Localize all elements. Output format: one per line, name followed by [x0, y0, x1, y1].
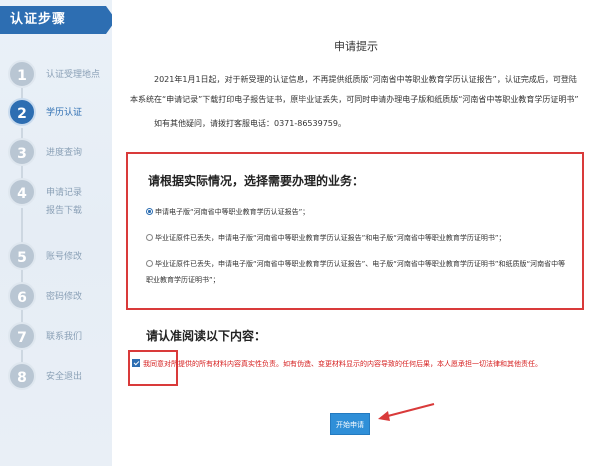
sidebar-step-3[interactable]: 3 进度查询 — [0, 136, 112, 170]
radio-unselected[interactable] — [146, 234, 153, 241]
option-lost-electronic[interactable]: 毕业证原件已丢失，申请电子版“河南省中等职业教育学历认证报告”和电子版“河南省中… — [146, 230, 566, 246]
step-sublabel-report-download[interactable]: 报告下载 — [46, 203, 82, 216]
step-number: 2 — [8, 98, 36, 126]
business-heading: 请根据实际情况，选择需要办理的业务： — [148, 174, 365, 188]
radio-selected[interactable] — [146, 208, 153, 215]
pointer-arrow-icon — [378, 403, 435, 421]
sidebar-step-7[interactable]: 7 联系我们 — [0, 320, 112, 354]
checkbox-highlight-box — [128, 350, 178, 386]
step-number: 1 — [8, 60, 36, 88]
step-label: 进度查询 — [46, 148, 83, 158]
sidebar-step-4[interactable]: 4 申请记录 报告下载 — [0, 176, 112, 216]
option-label: 毕业证原件已丢失，申请电子版“河南省中等职业教育学历认证报告”和电子版“河南省中… — [155, 234, 506, 242]
radio-unselected[interactable] — [146, 260, 153, 267]
step-number: 7 — [8, 322, 36, 350]
business-selection-box: 请根据实际情况，选择需要办理的业务： 申请电子版“河南省中等职业教育学历认证报告… — [126, 152, 584, 310]
step-label: 账号修改 — [46, 252, 83, 262]
sidebar-step-5[interactable]: 5 账号修改 — [0, 240, 112, 274]
step-number: 3 — [8, 138, 36, 166]
sidebar-step-1[interactable]: 1 认证受理地点 — [0, 58, 112, 92]
step-label: 安全退出 — [46, 372, 83, 382]
step-label: 联系我们 — [46, 332, 83, 342]
option-label: 毕业证原件已丢失，申请电子版“河南省中等职业教育学历认证报告”、电子版“河南省中… — [146, 260, 566, 284]
option-electronic-report[interactable]: 申请电子版“河南省中等职业教育学历认证报告”； — [146, 204, 566, 220]
notice-text: 2021年1月1日起，对于新受理的认证信息，不再提供纸质版“河南省中等职业教育学… — [130, 75, 579, 104]
start-application-button[interactable]: 开始申请 — [330, 413, 370, 435]
step-label: 认证受理地点 — [46, 70, 101, 80]
page-title: 申请提示 — [334, 40, 378, 53]
sidebar-title: 认证步骤 — [0, 6, 116, 34]
agreement-text: 我同意对所提供的所有材料内容真实性负责。如有伪造、变更材料显示的内容导致的任何后… — [143, 360, 542, 368]
step-number: 4 — [8, 178, 36, 206]
option-label: 申请电子版“河南省中等职业教育学历认证报告”； — [155, 208, 310, 216]
sidebar: 认证步骤 1 认证受理地点 2 学历认证 3 进度查询 4 申请记录 报告下载 … — [0, 0, 116, 466]
step-number: 6 — [8, 282, 36, 310]
step-number: 8 — [8, 362, 36, 390]
step-label: 申请记录 — [46, 188, 83, 198]
sidebar-step-2[interactable]: 2 学历认证 — [0, 96, 112, 130]
step-number: 5 — [8, 242, 36, 270]
step-label: 密码修改 — [46, 292, 83, 302]
sidebar-step-6[interactable]: 6 密码修改 — [0, 280, 112, 314]
agreement-row: 我同意对所提供的所有材料内容真实性负责。如有伪造、变更材料显示的内容导致的任何后… — [132, 356, 582, 373]
read-heading: 请认准阅读以下内容： — [146, 329, 267, 343]
step-label: 学历认证 — [46, 108, 83, 118]
sidebar-step-8[interactable]: 8 安全退出 — [0, 360, 112, 394]
contact-text: 如有其他疑问，请拨打客服电话：0371-86539759。 — [154, 119, 346, 128]
option-lost-electronic-paper[interactable]: 毕业证原件已丢失，申请电子版“河南省中等职业教育学历认证报告”、电子版“河南省中… — [146, 256, 566, 288]
main-panel: 申请提示 2021年1月1日起，对于新受理的认证信息，不再提供纸质版“河南省中等… — [112, 0, 600, 466]
